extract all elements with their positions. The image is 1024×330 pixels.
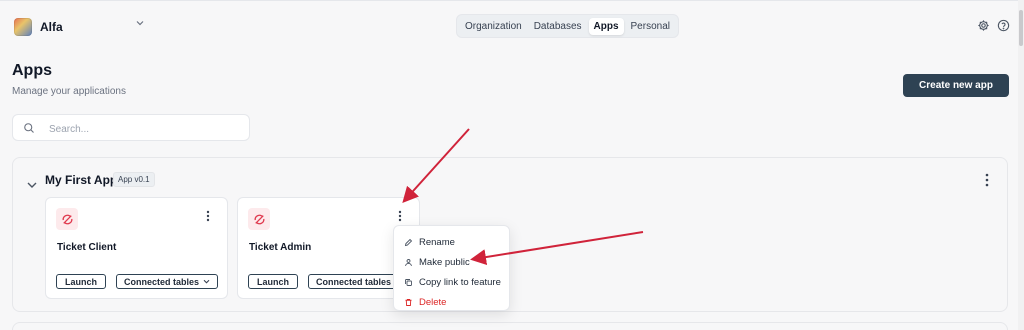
- menu-item-make-public[interactable]: Make public: [394, 252, 509, 272]
- trash-icon: [403, 297, 413, 307]
- menu-item-label: Copy link to feature: [419, 276, 501, 288]
- menu-item-label: Rename: [419, 236, 455, 248]
- tab-apps[interactable]: Apps: [588, 17, 624, 35]
- more-vertical-icon[interactable]: [200, 208, 216, 224]
- menu-item-delete[interactable]: Delete: [394, 292, 509, 312]
- org-name: Alfa: [40, 20, 63, 34]
- search-box[interactable]: [12, 114, 250, 141]
- more-vertical-icon[interactable]: [979, 172, 995, 188]
- top-header: Alfa Organization Databases Apps Persona…: [0, 0, 1024, 49]
- chevron-down-icon[interactable]: [136, 19, 144, 27]
- org-avatar: [14, 18, 32, 36]
- page-title: Apps: [12, 62, 52, 79]
- menu-item-rename[interactable]: Rename: [394, 232, 509, 252]
- app-name: Ticket Admin: [249, 242, 312, 253]
- chevron-down-icon: [203, 279, 210, 284]
- next-app-section: [12, 322, 1008, 330]
- section-title: My First App: [45, 173, 118, 187]
- apps-page: Alfa Organization Databases Apps Persona…: [0, 0, 1024, 330]
- menu-item-copy-link[interactable]: Copy link to feature: [394, 272, 509, 292]
- app-section: My First App App v0.1 Ticket Client Laun…: [12, 157, 1008, 312]
- help-icon[interactable]: [996, 18, 1010, 32]
- connected-tables-label: Connected tables: [123, 276, 199, 287]
- app-card[interactable]: Ticket Client Launch Connected tables: [45, 197, 228, 299]
- tab-organization[interactable]: Organization: [460, 18, 527, 35]
- chevron-down-icon[interactable]: [27, 176, 37, 188]
- connected-tables-label: Connected tables: [315, 276, 391, 287]
- org-switcher[interactable]: Alfa: [14, 16, 63, 38]
- menu-item-label: Make public: [419, 256, 470, 268]
- tab-personal[interactable]: Personal: [626, 18, 675, 35]
- tab-databases[interactable]: Databases: [529, 18, 587, 35]
- main-tabs: Organization Databases Apps Personal: [456, 14, 679, 38]
- app-name: Ticket Client: [57, 242, 117, 253]
- gear-icon[interactable]: [976, 18, 990, 32]
- app-icon: [248, 208, 270, 230]
- connected-tables-button[interactable]: Connected tables: [116, 274, 218, 289]
- menu-item-label: Delete: [419, 296, 447, 308]
- launch-button[interactable]: Launch: [248, 274, 298, 289]
- pencil-icon: [403, 237, 413, 247]
- scrollbar-thumb[interactable]: [1019, 10, 1023, 46]
- create-new-app-button[interactable]: Create new app: [903, 74, 1009, 97]
- launch-button[interactable]: Launch: [56, 274, 106, 289]
- search-icon: [24, 123, 34, 133]
- more-vertical-icon[interactable]: [392, 208, 408, 224]
- app-context-menu: Rename Make public Copy link to feature …: [393, 225, 510, 311]
- copy-icon: [403, 277, 413, 287]
- search-input[interactable]: [47, 120, 241, 138]
- scrollbar-track[interactable]: [1018, 0, 1024, 330]
- app-icon: [56, 208, 78, 230]
- page-subtitle: Manage your applications: [12, 86, 126, 97]
- user-icon: [403, 257, 413, 267]
- version-badge: App v0.1: [113, 172, 155, 187]
